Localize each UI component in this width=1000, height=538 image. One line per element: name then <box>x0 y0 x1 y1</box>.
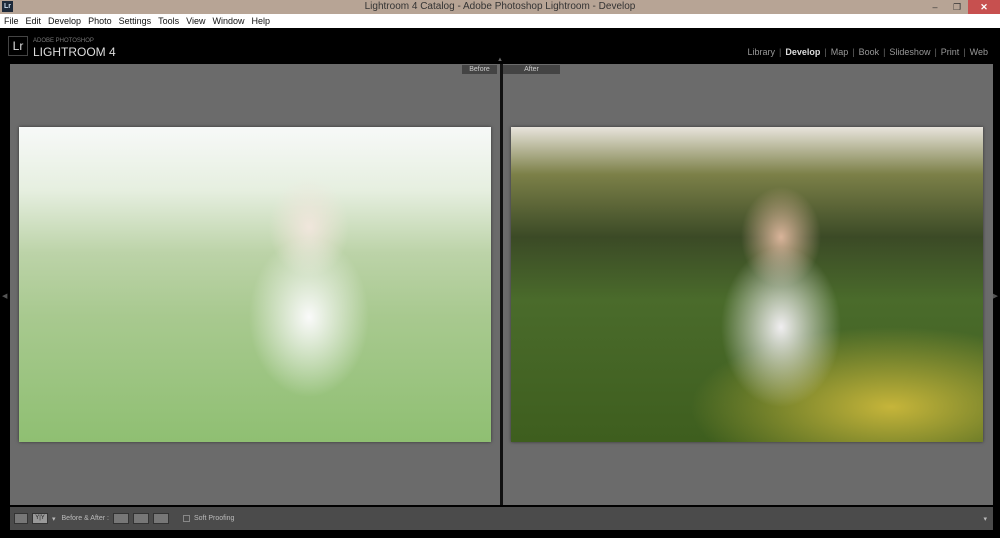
menu-help[interactable]: Help <box>252 14 271 28</box>
before-after-mode-button[interactable]: Y|Y <box>32 513 48 524</box>
menu-bar: File Edit Develop Photo Settings Tools V… <box>0 14 1000 28</box>
module-map[interactable]: Map <box>827 47 853 57</box>
copy-before-to-after-button[interactable] <box>112 513 129 524</box>
after-photo[interactable] <box>511 127 983 442</box>
module-picker: Library | Develop | Map | Book | Slideshow | … <box>743 47 992 57</box>
swap-before-after-button[interactable] <box>152 513 169 524</box>
menu-window[interactable]: Window <box>213 14 245 28</box>
soft-proofing-label: Soft Proofing <box>193 515 235 522</box>
menu-edit[interactable]: Edit <box>26 14 42 28</box>
module-library[interactable]: Library <box>743 47 779 57</box>
right-panel-toggle-icon[interactable]: ▶ <box>993 292 998 300</box>
logo-subtitle: ADOBE PHOTOSHOP <box>33 38 94 44</box>
module-book[interactable]: Book <box>855 47 884 57</box>
soft-proofing-checkbox[interactable] <box>182 515 190 522</box>
menu-photo[interactable]: Photo <box>88 14 112 28</box>
copy-after-to-before-button[interactable] <box>132 513 149 524</box>
after-label: After <box>503 65 560 74</box>
view-divider <box>500 64 503 505</box>
module-develop[interactable]: Develop <box>781 47 824 57</box>
top-panel-toggle-icon[interactable]: ▲ <box>497 57 503 63</box>
before-after-label: Before & After : <box>61 515 109 522</box>
lr-logo: Lr <box>8 36 28 56</box>
before-after-view: Before After <box>10 64 993 505</box>
loupe-view-button[interactable] <box>14 513 28 524</box>
menu-tools[interactable]: Tools <box>158 14 179 28</box>
before-label: Before <box>462 65 497 74</box>
toolbar-content-dropdown-icon[interactable]: ▾ <box>983 515 987 523</box>
window-title: Lightroom 4 Catalog - Adobe Photoshop Li… <box>364 1 636 12</box>
minimize-button[interactable]: – <box>924 0 946 14</box>
module-print[interactable]: Print <box>937 47 964 57</box>
menu-develop[interactable]: Develop <box>48 14 81 28</box>
menu-view[interactable]: View <box>186 14 205 28</box>
close-button[interactable]: ✕ <box>968 0 1000 14</box>
title-bar: Lr Lightroom 4 Catalog - Adobe Photoshop… <box>0 0 1000 14</box>
identity-plate: Lr ADOBE PHOTOSHOP LIGHTROOM 4 Library | … <box>0 28 1000 64</box>
left-panel-toggle-icon[interactable]: ◀ <box>2 292 7 300</box>
app-icon: Lr <box>2 1 13 12</box>
toolbar: Y|Y ▾ Before & After : Soft Proofing ▾ <box>10 507 993 530</box>
logo-title: LIGHTROOM 4 <box>33 45 116 59</box>
before-photo[interactable] <box>19 127 491 442</box>
menu-settings[interactable]: Settings <box>119 14 152 28</box>
menu-file[interactable]: File <box>4 14 19 28</box>
module-web[interactable]: Web <box>966 47 992 57</box>
restore-button[interactable]: ❐ <box>946 0 968 14</box>
module-slideshow[interactable]: Slideshow <box>885 47 934 57</box>
mode-dropdown-icon[interactable]: ▾ <box>52 515 56 523</box>
